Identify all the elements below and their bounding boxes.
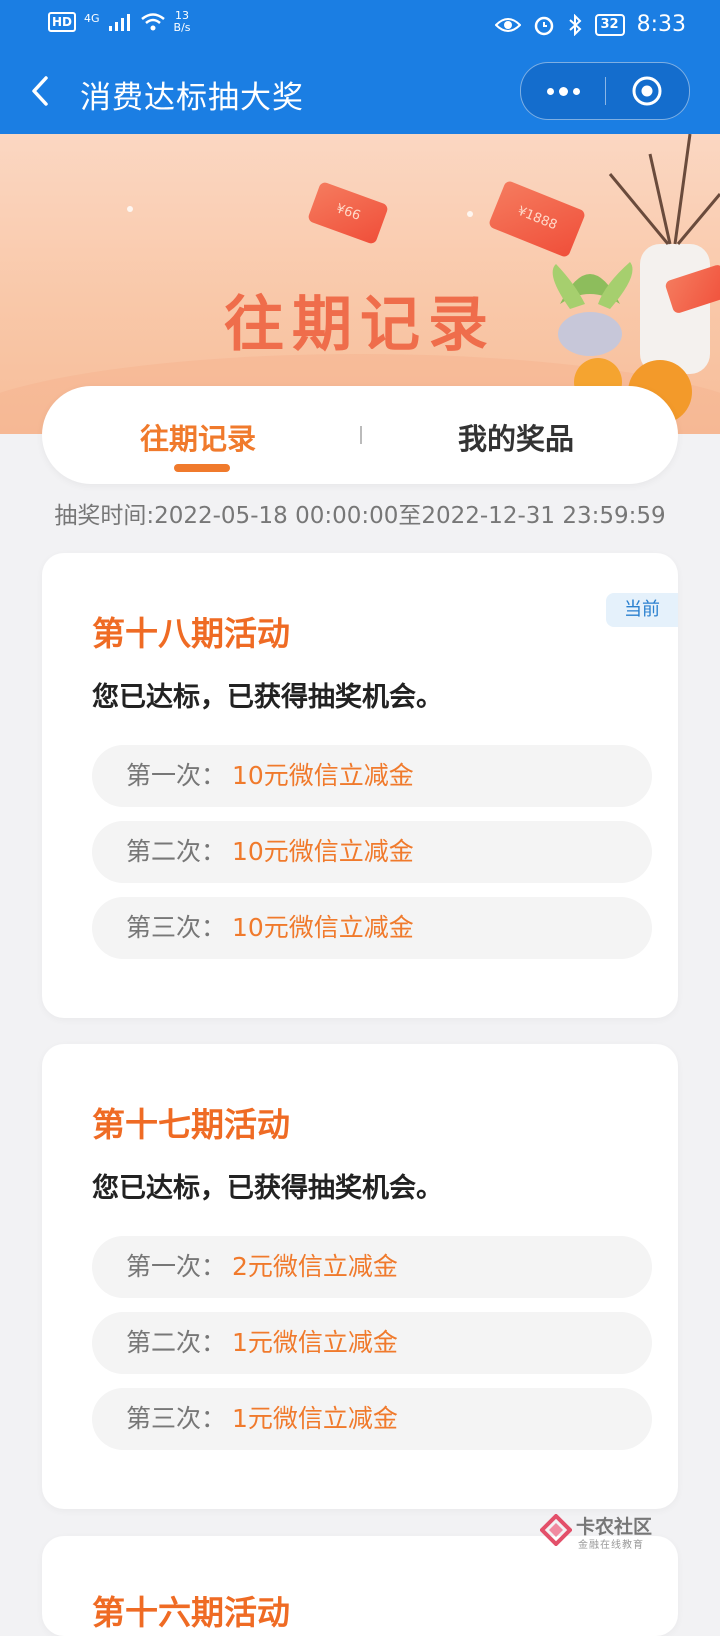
capsule-divider: [605, 77, 606, 105]
activity-title: 第十八期活动: [92, 614, 290, 653]
draw-record: 第一次： 10元微信立减金: [92, 745, 652, 807]
tab-bar: 往期记录 我的奖品: [42, 386, 678, 484]
lottery-period: 抽奖时间:2022-05-18 00:00:00至2022-12-31 23:5…: [54, 503, 666, 529]
activity-status: 您已达标，已获得抽奖机会。: [92, 682, 443, 713]
activity-status: 您已达标，已获得抽奖机会。: [92, 1173, 443, 1204]
more-button[interactable]: [539, 69, 587, 113]
draw-prize: 10元微信立减金: [232, 913, 414, 942]
activity-title: 第十六期活动: [92, 1593, 290, 1632]
network-label: 4G: [84, 11, 100, 25]
draw-prize: 1元微信立减金: [232, 1328, 398, 1357]
title-bar: 消费达标抽大奖: [0, 50, 720, 134]
draw-prize: 10元微信立减金: [232, 761, 414, 790]
watermark: 卡农社区 金融在线教育: [540, 1512, 670, 1552]
miniprogram-capsule: [520, 62, 690, 120]
alarm-icon: [534, 16, 553, 35]
draw-label: 第三次：: [126, 913, 227, 942]
target-close-icon: [632, 76, 662, 106]
more-dot-icon: [546, 87, 554, 95]
tab-my-prizes[interactable]: 我的奖品: [458, 416, 574, 458]
draw-record: 第一次： 2元微信立减金: [92, 1236, 652, 1298]
status-bar: HD 4G 13 B/s 32 8:33: [0, 0, 720, 50]
draw-record: 第二次： 10元微信立减金: [92, 821, 652, 883]
bluetooth-icon: [568, 13, 581, 36]
draw-label: 第一次：: [126, 1252, 227, 1281]
watermark-logo-icon: [540, 1514, 572, 1546]
draw-prize: 10元微信立减金: [232, 837, 414, 866]
close-miniprogram-button[interactable]: [631, 75, 663, 107]
more-dot-icon: [558, 86, 568, 96]
eye-icon: [494, 17, 521, 32]
tab-history[interactable]: 往期记录: [140, 416, 256, 458]
draw-record: 第二次： 1元微信立减金: [92, 1312, 652, 1374]
watermark-sub: 金融在线教育: [578, 1540, 644, 1551]
page-title: 消费达标抽大奖: [80, 80, 304, 116]
hd-icon: HD: [48, 12, 77, 32]
draw-record: 第三次： 10元微信立减金: [92, 897, 652, 959]
draw-record: 第三次： 1元微信立减金: [92, 1388, 652, 1450]
back-button[interactable]: [22, 68, 62, 114]
draw-prize: 1元微信立减金: [232, 1404, 398, 1433]
net-speed: 13 B/s: [173, 9, 191, 34]
wifi-icon: [140, 13, 165, 31]
battery-indicator: 32: [594, 13, 625, 36]
current-badge: 当前: [606, 593, 678, 627]
more-dot-icon: [572, 87, 580, 95]
chevron-left-icon: [32, 76, 48, 106]
draw-label: 第二次：: [126, 837, 227, 866]
draw-prize: 2元微信立减金: [232, 1252, 398, 1281]
signal-icon: [108, 14, 130, 31]
active-tab-indicator: [174, 464, 230, 472]
draw-label: 第二次：: [126, 1328, 227, 1357]
activity-title: 第十七期活动: [92, 1105, 290, 1144]
activity-card: 当前 第十八期活动 您已达标，已获得抽奖机会。 第一次： 10元微信立减金 第二…: [42, 553, 678, 1018]
draw-label: 第一次：: [126, 761, 227, 790]
draw-label: 第三次：: [126, 1404, 227, 1433]
banner-title: 往期记录: [224, 290, 496, 360]
tab-divider: [360, 426, 362, 444]
clock: 8:33: [636, 12, 686, 37]
activity-card: 第十七期活动 您已达标，已获得抽奖机会。 第一次： 2元微信立减金 第二次： 1…: [42, 1044, 678, 1509]
watermark-name: 卡农社区: [576, 1516, 653, 1538]
